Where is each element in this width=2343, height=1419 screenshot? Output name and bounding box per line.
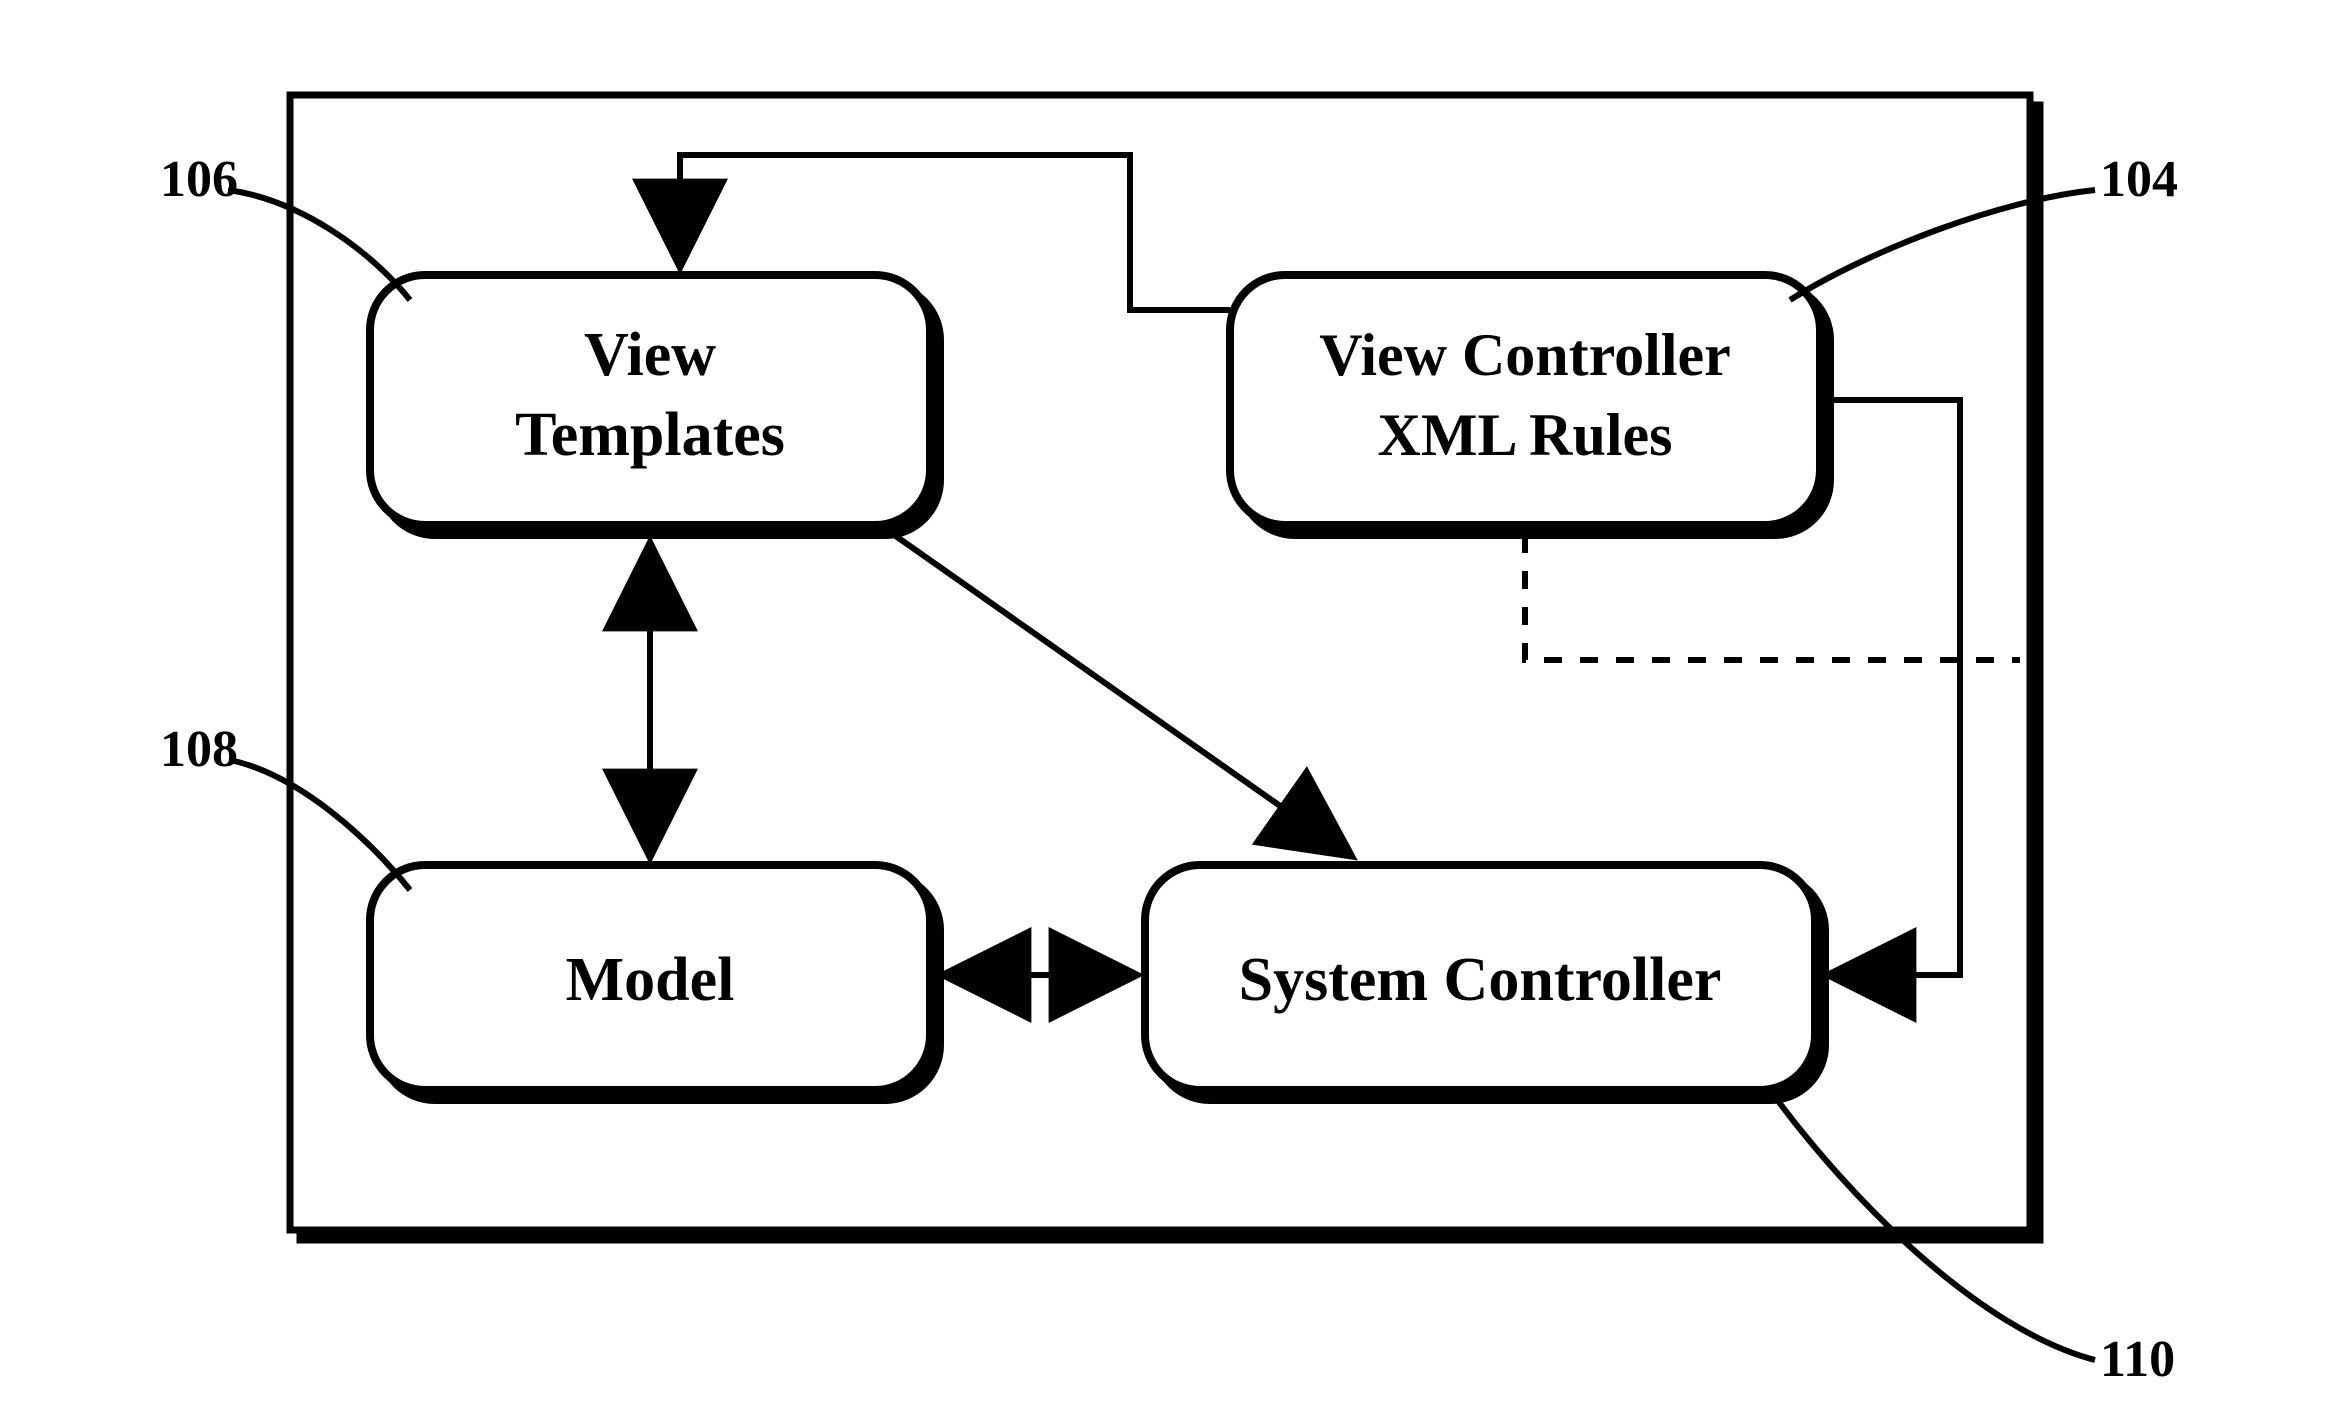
view-templates-box bbox=[370, 275, 930, 525]
callout-110: 110 bbox=[2100, 1330, 2175, 1389]
callout-104: 104 bbox=[2100, 150, 2178, 209]
callout-106: 106 bbox=[160, 150, 238, 209]
view-controller-line1: View Controller bbox=[1319, 322, 1731, 388]
diagram-canvas: View Templates View Controller XML Rules… bbox=[0, 0, 2343, 1419]
view-templates-line1: View bbox=[584, 321, 716, 389]
diagram-svg: View Templates View Controller XML Rules… bbox=[0, 0, 2343, 1419]
view-controller-box bbox=[1230, 275, 1820, 525]
view-templates-line2: Templates bbox=[515, 401, 785, 469]
system-controller-line1: System Controller bbox=[1239, 946, 1722, 1014]
model-line1: Model bbox=[566, 946, 735, 1014]
callout-108: 108 bbox=[160, 720, 238, 779]
view-controller-line2: XML Rules bbox=[1377, 402, 1672, 468]
